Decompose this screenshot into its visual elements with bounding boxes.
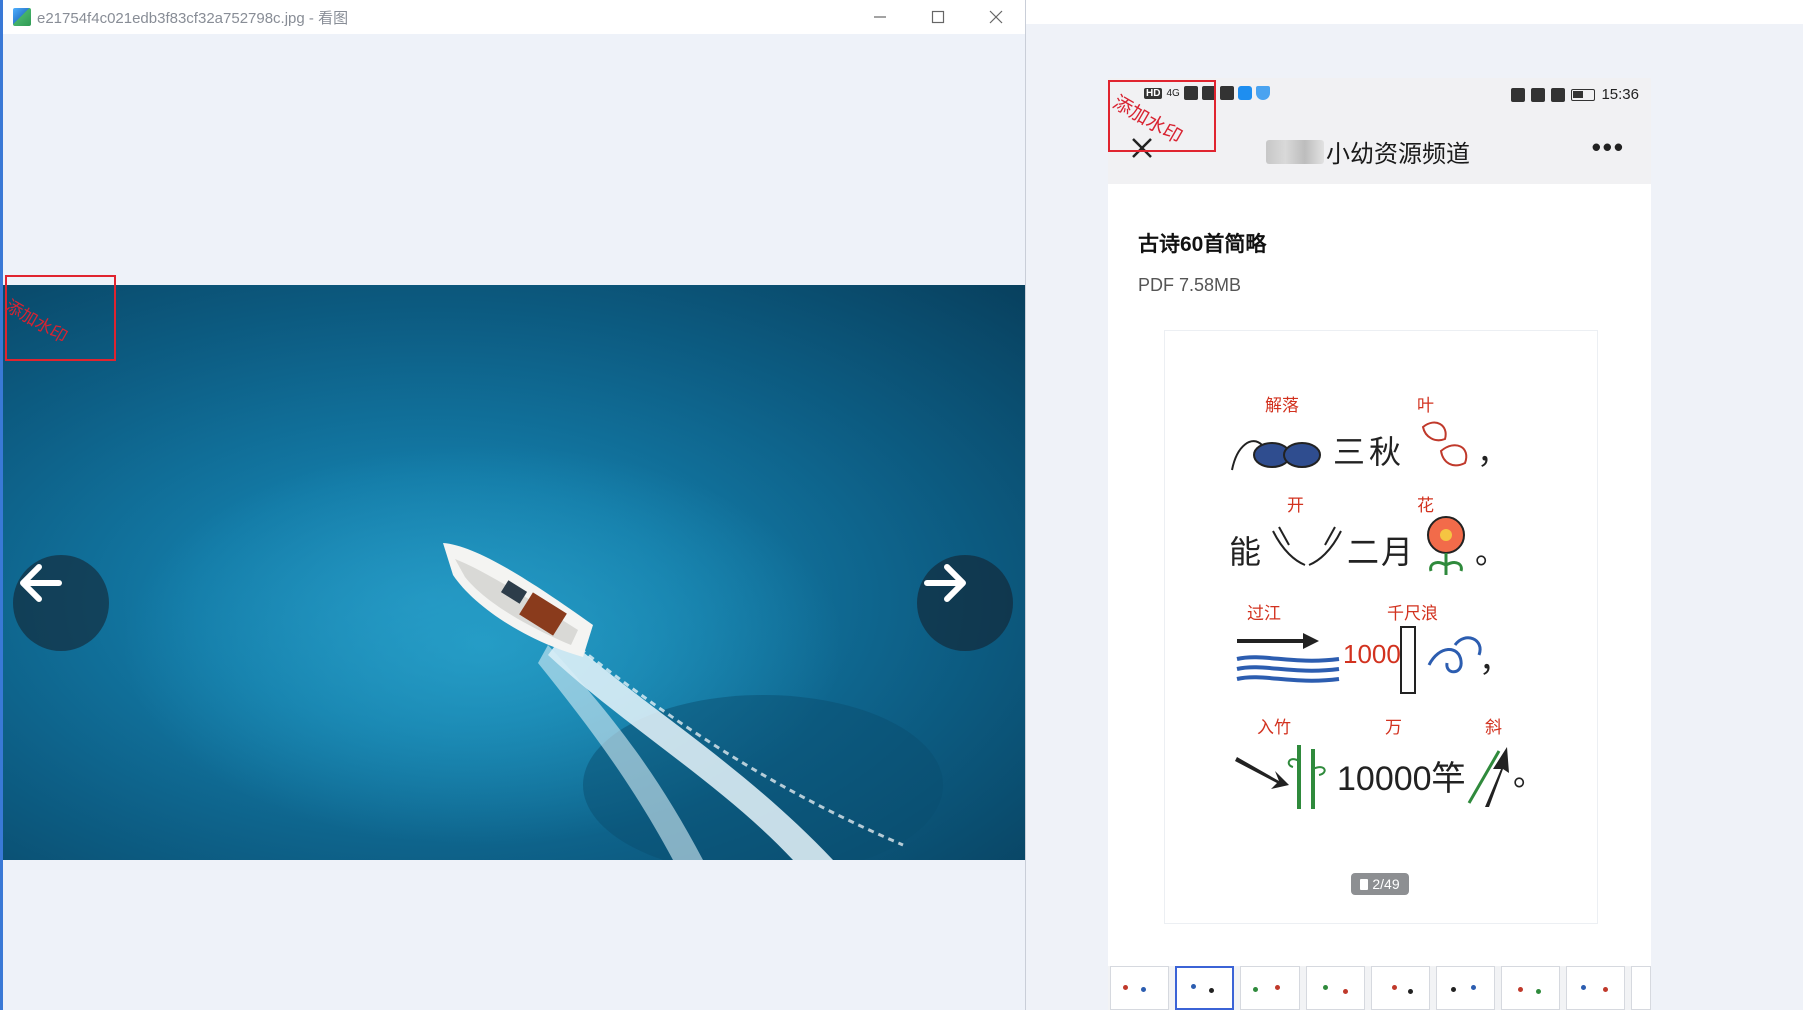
poem-label: 入竹 xyxy=(1257,718,1291,738)
thumbnail[interactable] xyxy=(1370,966,1430,1010)
title-bar[interactable]: e21754f4c021edb3f83cf32a752798c.jpg - 看图 xyxy=(3,0,1025,34)
arrow-right-icon xyxy=(924,564,966,602)
poem-line-1: 解落 叶 三 秋 ， xyxy=(1165,381,1597,491)
arrow-bamboo-icon xyxy=(1235,745,1326,809)
thumbnail[interactable] xyxy=(1110,966,1170,1010)
image-viewer-window: e21754f4c021edb3f83cf32a752798c.jpg - 看图 xyxy=(0,0,1026,1010)
poem-punct: ， xyxy=(1479,641,1512,679)
ruler-wave-icon xyxy=(1400,626,1482,694)
shield-icon xyxy=(1255,86,1270,100)
channel-name[interactable]: 小幼资源频道 xyxy=(1326,134,1470,169)
thumbnail-strip[interactable] xyxy=(1108,966,1651,1010)
leaf-icon xyxy=(1421,421,1468,467)
poem-label: 斜 xyxy=(1485,718,1502,738)
flower-icon xyxy=(1427,516,1465,575)
poem-number: 1000 xyxy=(1343,639,1401,669)
maximize-button[interactable] xyxy=(909,0,967,34)
poem-label: 开 xyxy=(1287,496,1304,516)
image-app-icon xyxy=(13,8,31,26)
status-time: 15:36 xyxy=(1601,86,1639,103)
document-meta: PDF 7.58MB xyxy=(1138,275,1242,295)
thumbnail[interactable] xyxy=(1305,966,1365,1010)
thumbnail[interactable] xyxy=(1631,966,1651,1010)
boat-photo[interactable] xyxy=(3,285,1025,860)
more-options-icon[interactable]: ••• xyxy=(1592,132,1625,163)
previous-image-button[interactable] xyxy=(13,555,109,651)
vibrate-icon xyxy=(1219,86,1234,100)
minimize-button[interactable] xyxy=(851,0,909,34)
maximize-icon xyxy=(931,10,945,24)
hands-shoes-icon xyxy=(1231,440,1321,471)
battery-icon xyxy=(1571,88,1596,101)
poem-punct: 。 xyxy=(1475,533,1508,571)
document-title: 古诗60首简略 xyxy=(1138,233,1267,256)
poem-char: 三 xyxy=(1333,433,1366,471)
boat-on-sea-image xyxy=(123,445,943,860)
close-icon xyxy=(989,10,1003,24)
page-icon xyxy=(1360,878,1369,890)
poem-label: 叶 xyxy=(1417,396,1434,416)
poem-line-2: 开 花 能 二 月 。 xyxy=(1165,491,1597,601)
close-button[interactable] xyxy=(967,0,1025,34)
poem-label: 解落 xyxy=(1265,396,1299,416)
open-hands-icon xyxy=(1272,526,1342,566)
poem-label: 万 xyxy=(1385,718,1402,738)
alarm-icon xyxy=(1511,87,1526,102)
slant-arrow-icon xyxy=(1467,747,1509,807)
document-preview[interactable]: 解落 叶 三 秋 ， 开 花 能 二 月 。 过江 千尺浪 1000 ， 入竹 … xyxy=(1164,330,1598,924)
poem-punct: ， xyxy=(1477,433,1510,471)
poem-char: 二 xyxy=(1347,533,1380,571)
thumbnail[interactable] xyxy=(1500,966,1561,1010)
thumbnail-selected[interactable] xyxy=(1175,966,1235,1010)
poem-char: 秋 xyxy=(1369,433,1402,471)
poem-char: 月 xyxy=(1381,533,1414,571)
poem-label: 千尺浪 xyxy=(1387,604,1438,624)
thumbnail[interactable] xyxy=(1435,966,1495,1010)
poem-label: 过江 xyxy=(1247,604,1281,624)
minimize-icon xyxy=(874,16,886,18)
page-number: 2/49 xyxy=(1372,876,1400,892)
poem-number: 10000竿 xyxy=(1337,760,1466,798)
poem-line-3: 过江 千尺浪 1000 ， xyxy=(1165,599,1597,709)
arrow-left-icon xyxy=(20,564,62,602)
poem-punct: 。 xyxy=(1513,755,1546,793)
phone-screen: HD 4G 15:36 小幼资源频道 ••• 添加水印 古诗60首简略 PDF … xyxy=(1108,78,1651,1010)
window-title: e21754f4c021edb3f83cf32a752798c.jpg - 看图 xyxy=(37,9,349,27)
poem-line-4: 入竹 万 斜 10000竿 。 xyxy=(1165,713,1597,823)
next-image-button[interactable] xyxy=(917,555,1013,651)
poem-char: 能 xyxy=(1229,533,1262,571)
blurred-avatar xyxy=(1266,139,1324,164)
vibration-icon xyxy=(1551,87,1566,102)
bluetooth-icon xyxy=(1531,87,1546,102)
thumbnail[interactable] xyxy=(1240,966,1300,1010)
page-indicator: 2/49 xyxy=(1351,873,1409,895)
search-app-icon xyxy=(1237,86,1252,100)
arrow-river-icon xyxy=(1236,633,1340,683)
thumbnail[interactable] xyxy=(1566,966,1626,1010)
